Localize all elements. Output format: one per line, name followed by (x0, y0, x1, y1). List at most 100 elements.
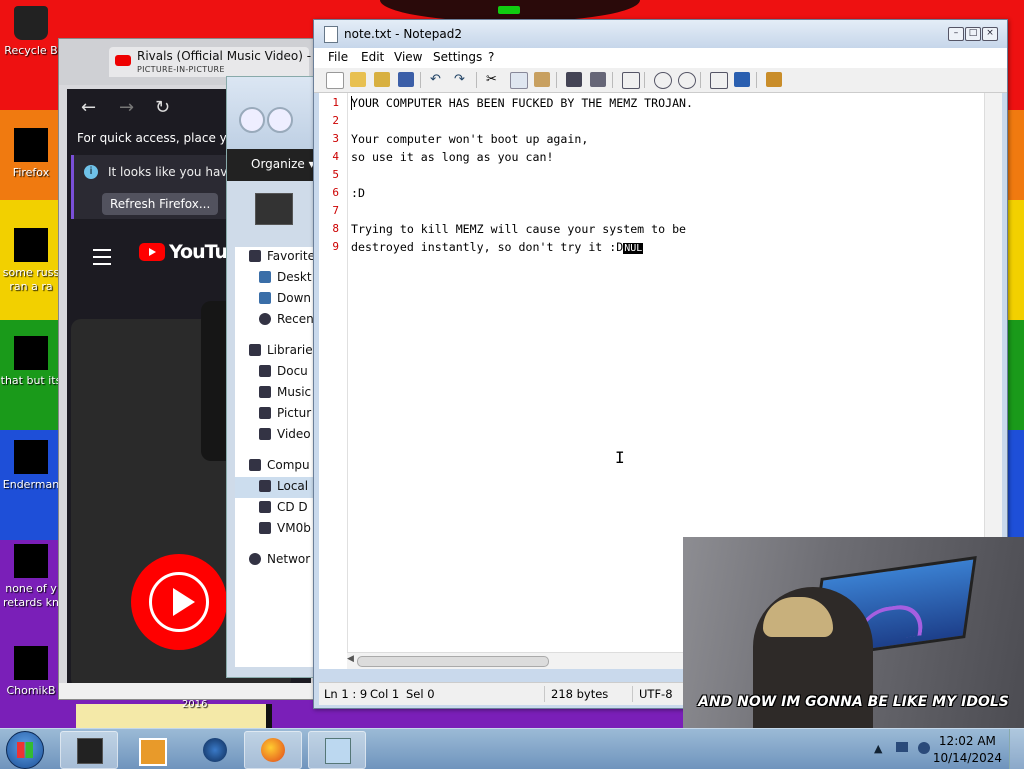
zoom-out-icon[interactable] (678, 72, 696, 89)
tray-expand-icon[interactable]: ▲ (874, 742, 882, 755)
cut-icon[interactable]: ✂ (486, 72, 502, 87)
refresh-firefox-button[interactable]: Refresh Firefox... (102, 193, 219, 215)
volume-tray-icon[interactable] (918, 742, 930, 754)
text-line: :D (351, 186, 365, 200)
undo-icon[interactable]: ↶ (430, 72, 446, 87)
desktop-icon-label: ChomikB (6, 684, 56, 697)
hamburger-menu-icon[interactable] (93, 249, 111, 265)
scroll-thumb[interactable] (357, 656, 549, 667)
play-triangle-icon (173, 588, 195, 616)
desktop-icon-label: ran a ra (9, 280, 53, 293)
clock[interactable]: 12:02 AM 10/14/2024 (933, 733, 1002, 767)
desktop-icon-label: retards kn (3, 596, 59, 609)
forward-circle-icon[interactable] (267, 107, 293, 133)
tree-item-cd-drive[interactable]: CD D (235, 498, 325, 519)
zoom-in-icon[interactable] (654, 72, 672, 89)
computer-icon (249, 459, 261, 471)
organize-menu[interactable]: Organize ▾ (251, 157, 315, 171)
tree-item-local-disk[interactable]: Local (235, 477, 325, 498)
toolbar-separator (700, 72, 701, 88)
youtube-play-icon[interactable] (131, 554, 227, 650)
status-encoding: UTF-8 (639, 687, 673, 701)
desktop-icon-chomikb[interactable]: ChomikB (0, 646, 62, 698)
maximize-button[interactable]: □ (965, 27, 981, 41)
notepad-app-icon (324, 26, 338, 43)
tree-item-network[interactable]: Networ (235, 550, 325, 571)
menu-file[interactable]: File (328, 50, 348, 64)
menu-help[interactable]: ? (488, 50, 494, 64)
minimize-button[interactable]: – (948, 27, 964, 41)
line-number: 4 (332, 150, 339, 163)
show-desktop-button[interactable] (1009, 729, 1024, 769)
tree-item-pictures[interactable]: Pictur (235, 404, 325, 425)
tree-item-videos[interactable]: Video (235, 425, 325, 446)
firefox-icon (14, 128, 48, 162)
copy-icon[interactable] (510, 72, 528, 89)
desktop-icon-recycle-bin[interactable]: Recycle B (0, 6, 62, 58)
desktop-icon-label: Firefox (12, 166, 50, 179)
new-icon[interactable] (326, 72, 344, 89)
exit-icon[interactable] (766, 72, 782, 87)
desktop-icon (259, 271, 271, 283)
tree-label: Librarie (267, 343, 313, 357)
taskbar-item-globe[interactable] (186, 731, 244, 769)
status-selection: Sel 0 (406, 687, 435, 701)
tree-item-downloads[interactable]: Down (235, 289, 325, 310)
back-arrow-icon[interactable]: ← (81, 97, 96, 118)
tree-item-vm[interactable]: VM0b (235, 519, 325, 540)
desktop-icon-firefox[interactable]: Firefox (0, 128, 62, 180)
open-icon[interactable] (350, 72, 366, 87)
youtube-logo-icon[interactable] (139, 243, 165, 261)
customize-icon[interactable] (734, 72, 750, 87)
menu-view[interactable]: View (394, 50, 422, 64)
scroll-left-icon[interactable]: ◀ (347, 654, 354, 664)
taskbar-item-notepad[interactable] (308, 731, 366, 769)
word-wrap-icon[interactable] (622, 72, 640, 89)
replace-icon[interactable] (590, 72, 606, 87)
text-line: Your computer won't boot up again, (351, 132, 589, 146)
tree-item-libraries[interactable]: Librarie (235, 341, 325, 362)
tree-item-music[interactable]: Music (235, 383, 325, 404)
redo-icon[interactable]: ↷ (454, 72, 470, 87)
desktop-icon-enderman[interactable]: Enderman (0, 440, 62, 492)
find-icon[interactable] (566, 72, 582, 87)
scheme-icon[interactable] (710, 72, 728, 89)
reload-icon[interactable]: ↻ (155, 97, 170, 118)
firefox-scrollbar[interactable] (59, 683, 319, 699)
menu-edit[interactable]: Edit (361, 50, 384, 64)
menu-settings[interactable]: Settings (433, 50, 482, 64)
paste-icon[interactable] (534, 72, 550, 87)
media-player-icon (139, 738, 167, 766)
tree-item-recent[interactable]: Recen (235, 310, 325, 331)
star-icon (249, 250, 261, 262)
browser-tab[interactable]: Rivals (Official Music Video) - Y PICTUR… (109, 47, 322, 77)
back-circle-icon[interactable] (239, 107, 265, 133)
desktop-icon-that-but-its[interactable]: that but its (0, 336, 62, 388)
tree-item-documents[interactable]: Docu (235, 362, 325, 383)
desktop-icon-none-of-y[interactable]: none of y retards kn (0, 544, 62, 610)
desktop-icon-label: some russ (2, 266, 60, 279)
forward-arrow-icon[interactable]: → (119, 97, 134, 118)
desktop-icon-label: Recycle B (4, 44, 58, 57)
picture-in-picture-window[interactable]: AND NOW IM GONNA BE LIKE MY IDOLS (683, 537, 1024, 728)
status-col: Col 1 (370, 687, 400, 701)
start-button[interactable] (6, 731, 44, 769)
tree-item-computer[interactable]: Compu (235, 456, 325, 477)
network-tray-icon[interactable] (896, 742, 908, 752)
notepad-title-bar[interactable]: note.txt - Notepad2 – □ × (314, 20, 1007, 48)
tree-item-favorites[interactable]: Favorite (235, 247, 325, 268)
tree-item-desktop[interactable]: Deskt (235, 268, 325, 289)
desktop-wallpaper-paper (76, 704, 272, 728)
tree-label: VM0b (277, 521, 311, 535)
taskbar-item-firefox[interactable] (244, 731, 302, 769)
status-line: Ln 1 : 9 (324, 687, 368, 701)
close-button[interactable]: × (982, 27, 998, 41)
taskbar-item-media[interactable] (122, 731, 180, 769)
browse-icon[interactable] (374, 72, 390, 87)
desktop-icon-some-russ[interactable]: some russ ran a ra (0, 228, 62, 294)
tree-label: Deskt (277, 270, 312, 284)
save-icon[interactable] (398, 72, 414, 87)
taskbar-item-camera[interactable] (60, 731, 118, 769)
ibeam-cursor-icon: I (615, 448, 625, 467)
line-number: 7 (332, 204, 339, 217)
